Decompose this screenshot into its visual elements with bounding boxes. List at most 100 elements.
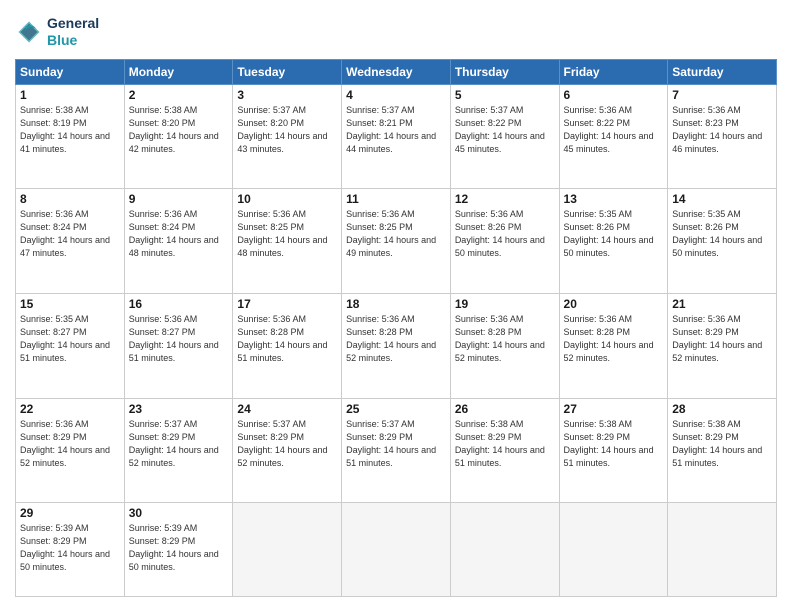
day-number: 14 <box>672 192 772 206</box>
calendar-cell: 1 Sunrise: 5:38 AM Sunset: 8:19 PM Dayli… <box>16 84 125 189</box>
calendar-cell: 4 Sunrise: 5:37 AM Sunset: 8:21 PM Dayli… <box>342 84 451 189</box>
day-info: Sunrise: 5:36 AM Sunset: 8:24 PM Dayligh… <box>20 208 120 260</box>
calendar-cell: 30 Sunrise: 5:39 AM Sunset: 8:29 PM Dayl… <box>124 503 233 597</box>
calendar-cell: 20 Sunrise: 5:36 AM Sunset: 8:28 PM Dayl… <box>559 293 668 398</box>
calendar-cell <box>450 503 559 597</box>
day-number: 20 <box>564 297 664 311</box>
calendar-cell: 22 Sunrise: 5:36 AM Sunset: 8:29 PM Dayl… <box>16 398 125 503</box>
day-info: Sunrise: 5:37 AM Sunset: 8:29 PM Dayligh… <box>237 418 337 470</box>
calendar-cell <box>559 503 668 597</box>
day-number: 24 <box>237 402 337 416</box>
day-number: 13 <box>564 192 664 206</box>
calendar-cell: 27 Sunrise: 5:38 AM Sunset: 8:29 PM Dayl… <box>559 398 668 503</box>
calendar-cell <box>233 503 342 597</box>
calendar-cell: 15 Sunrise: 5:35 AM Sunset: 8:27 PM Dayl… <box>16 293 125 398</box>
calendar-table: SundayMondayTuesdayWednesdayThursdayFrid… <box>15 59 777 597</box>
day-number: 2 <box>129 88 229 102</box>
day-number: 8 <box>20 192 120 206</box>
calendar-cell <box>342 503 451 597</box>
day-info: Sunrise: 5:36 AM Sunset: 8:28 PM Dayligh… <box>564 313 664 365</box>
calendar-cell: 3 Sunrise: 5:37 AM Sunset: 8:20 PM Dayli… <box>233 84 342 189</box>
day-info: Sunrise: 5:36 AM Sunset: 8:27 PM Dayligh… <box>129 313 229 365</box>
day-info: Sunrise: 5:38 AM Sunset: 8:20 PM Dayligh… <box>129 104 229 156</box>
day-number: 4 <box>346 88 446 102</box>
day-of-week-header: Friday <box>559 59 668 84</box>
day-number: 1 <box>20 88 120 102</box>
day-info: Sunrise: 5:36 AM Sunset: 8:28 PM Dayligh… <box>455 313 555 365</box>
day-info: Sunrise: 5:37 AM Sunset: 8:29 PM Dayligh… <box>129 418 229 470</box>
day-number: 7 <box>672 88 772 102</box>
day-number: 30 <box>129 506 229 520</box>
day-info: Sunrise: 5:36 AM Sunset: 8:23 PM Dayligh… <box>672 104 772 156</box>
day-number: 10 <box>237 192 337 206</box>
day-number: 3 <box>237 88 337 102</box>
day-info: Sunrise: 5:37 AM Sunset: 8:22 PM Dayligh… <box>455 104 555 156</box>
day-of-week-header: Saturday <box>668 59 777 84</box>
logo-icon <box>15 18 43 46</box>
day-info: Sunrise: 5:36 AM Sunset: 8:29 PM Dayligh… <box>672 313 772 365</box>
day-info: Sunrise: 5:36 AM Sunset: 8:28 PM Dayligh… <box>346 313 446 365</box>
calendar-cell: 7 Sunrise: 5:36 AM Sunset: 8:23 PM Dayli… <box>668 84 777 189</box>
day-info: Sunrise: 5:36 AM Sunset: 8:22 PM Dayligh… <box>564 104 664 156</box>
calendar-cell: 9 Sunrise: 5:36 AM Sunset: 8:24 PM Dayli… <box>124 189 233 294</box>
header: General Blue <box>15 15 777 49</box>
day-number: 11 <box>346 192 446 206</box>
day-info: Sunrise: 5:36 AM Sunset: 8:29 PM Dayligh… <box>20 418 120 470</box>
calendar-cell: 6 Sunrise: 5:36 AM Sunset: 8:22 PM Dayli… <box>559 84 668 189</box>
day-number: 23 <box>129 402 229 416</box>
day-number: 17 <box>237 297 337 311</box>
calendar-cell: 2 Sunrise: 5:38 AM Sunset: 8:20 PM Dayli… <box>124 84 233 189</box>
day-info: Sunrise: 5:35 AM Sunset: 8:26 PM Dayligh… <box>564 208 664 260</box>
day-of-week-header: Thursday <box>450 59 559 84</box>
day-of-week-header: Sunday <box>16 59 125 84</box>
day-of-week-header: Monday <box>124 59 233 84</box>
day-info: Sunrise: 5:39 AM Sunset: 8:29 PM Dayligh… <box>129 522 229 574</box>
page: General Blue SundayMondayTuesdayWednesda… <box>0 0 792 612</box>
day-info: Sunrise: 5:39 AM Sunset: 8:29 PM Dayligh… <box>20 522 120 574</box>
day-number: 18 <box>346 297 446 311</box>
calendar-cell: 11 Sunrise: 5:36 AM Sunset: 8:25 PM Dayl… <box>342 189 451 294</box>
day-info: Sunrise: 5:36 AM Sunset: 8:28 PM Dayligh… <box>237 313 337 365</box>
day-number: 15 <box>20 297 120 311</box>
day-number: 6 <box>564 88 664 102</box>
day-number: 25 <box>346 402 446 416</box>
day-number: 29 <box>20 506 120 520</box>
day-number: 21 <box>672 297 772 311</box>
day-info: Sunrise: 5:37 AM Sunset: 8:21 PM Dayligh… <box>346 104 446 156</box>
calendar-cell: 12 Sunrise: 5:36 AM Sunset: 8:26 PM Dayl… <box>450 189 559 294</box>
day-number: 28 <box>672 402 772 416</box>
calendar-cell: 14 Sunrise: 5:35 AM Sunset: 8:26 PM Dayl… <box>668 189 777 294</box>
calendar-cell: 26 Sunrise: 5:38 AM Sunset: 8:29 PM Dayl… <box>450 398 559 503</box>
calendar-cell: 28 Sunrise: 5:38 AM Sunset: 8:29 PM Dayl… <box>668 398 777 503</box>
logo-text: General Blue <box>47 15 99 49</box>
day-info: Sunrise: 5:35 AM Sunset: 8:26 PM Dayligh… <box>672 208 772 260</box>
day-of-week-header: Tuesday <box>233 59 342 84</box>
day-info: Sunrise: 5:36 AM Sunset: 8:24 PM Dayligh… <box>129 208 229 260</box>
calendar-cell: 18 Sunrise: 5:36 AM Sunset: 8:28 PM Dayl… <box>342 293 451 398</box>
day-of-week-header: Wednesday <box>342 59 451 84</box>
day-number: 22 <box>20 402 120 416</box>
calendar-cell: 23 Sunrise: 5:37 AM Sunset: 8:29 PM Dayl… <box>124 398 233 503</box>
calendar-cell: 17 Sunrise: 5:36 AM Sunset: 8:28 PM Dayl… <box>233 293 342 398</box>
calendar-cell: 29 Sunrise: 5:39 AM Sunset: 8:29 PM Dayl… <box>16 503 125 597</box>
day-number: 9 <box>129 192 229 206</box>
day-info: Sunrise: 5:36 AM Sunset: 8:25 PM Dayligh… <box>346 208 446 260</box>
day-number: 12 <box>455 192 555 206</box>
calendar-cell: 10 Sunrise: 5:36 AM Sunset: 8:25 PM Dayl… <box>233 189 342 294</box>
day-info: Sunrise: 5:35 AM Sunset: 8:27 PM Dayligh… <box>20 313 120 365</box>
day-info: Sunrise: 5:38 AM Sunset: 8:29 PM Dayligh… <box>564 418 664 470</box>
calendar-cell: 24 Sunrise: 5:37 AM Sunset: 8:29 PM Dayl… <box>233 398 342 503</box>
calendar-cell: 13 Sunrise: 5:35 AM Sunset: 8:26 PM Dayl… <box>559 189 668 294</box>
day-info: Sunrise: 5:36 AM Sunset: 8:25 PM Dayligh… <box>237 208 337 260</box>
day-number: 16 <box>129 297 229 311</box>
day-number: 5 <box>455 88 555 102</box>
day-info: Sunrise: 5:38 AM Sunset: 8:19 PM Dayligh… <box>20 104 120 156</box>
day-info: Sunrise: 5:37 AM Sunset: 8:20 PM Dayligh… <box>237 104 337 156</box>
day-info: Sunrise: 5:37 AM Sunset: 8:29 PM Dayligh… <box>346 418 446 470</box>
calendar-cell: 19 Sunrise: 5:36 AM Sunset: 8:28 PM Dayl… <box>450 293 559 398</box>
day-info: Sunrise: 5:38 AM Sunset: 8:29 PM Dayligh… <box>672 418 772 470</box>
day-number: 19 <box>455 297 555 311</box>
calendar-cell: 5 Sunrise: 5:37 AM Sunset: 8:22 PM Dayli… <box>450 84 559 189</box>
calendar-cell: 25 Sunrise: 5:37 AM Sunset: 8:29 PM Dayl… <box>342 398 451 503</box>
calendar-cell <box>668 503 777 597</box>
